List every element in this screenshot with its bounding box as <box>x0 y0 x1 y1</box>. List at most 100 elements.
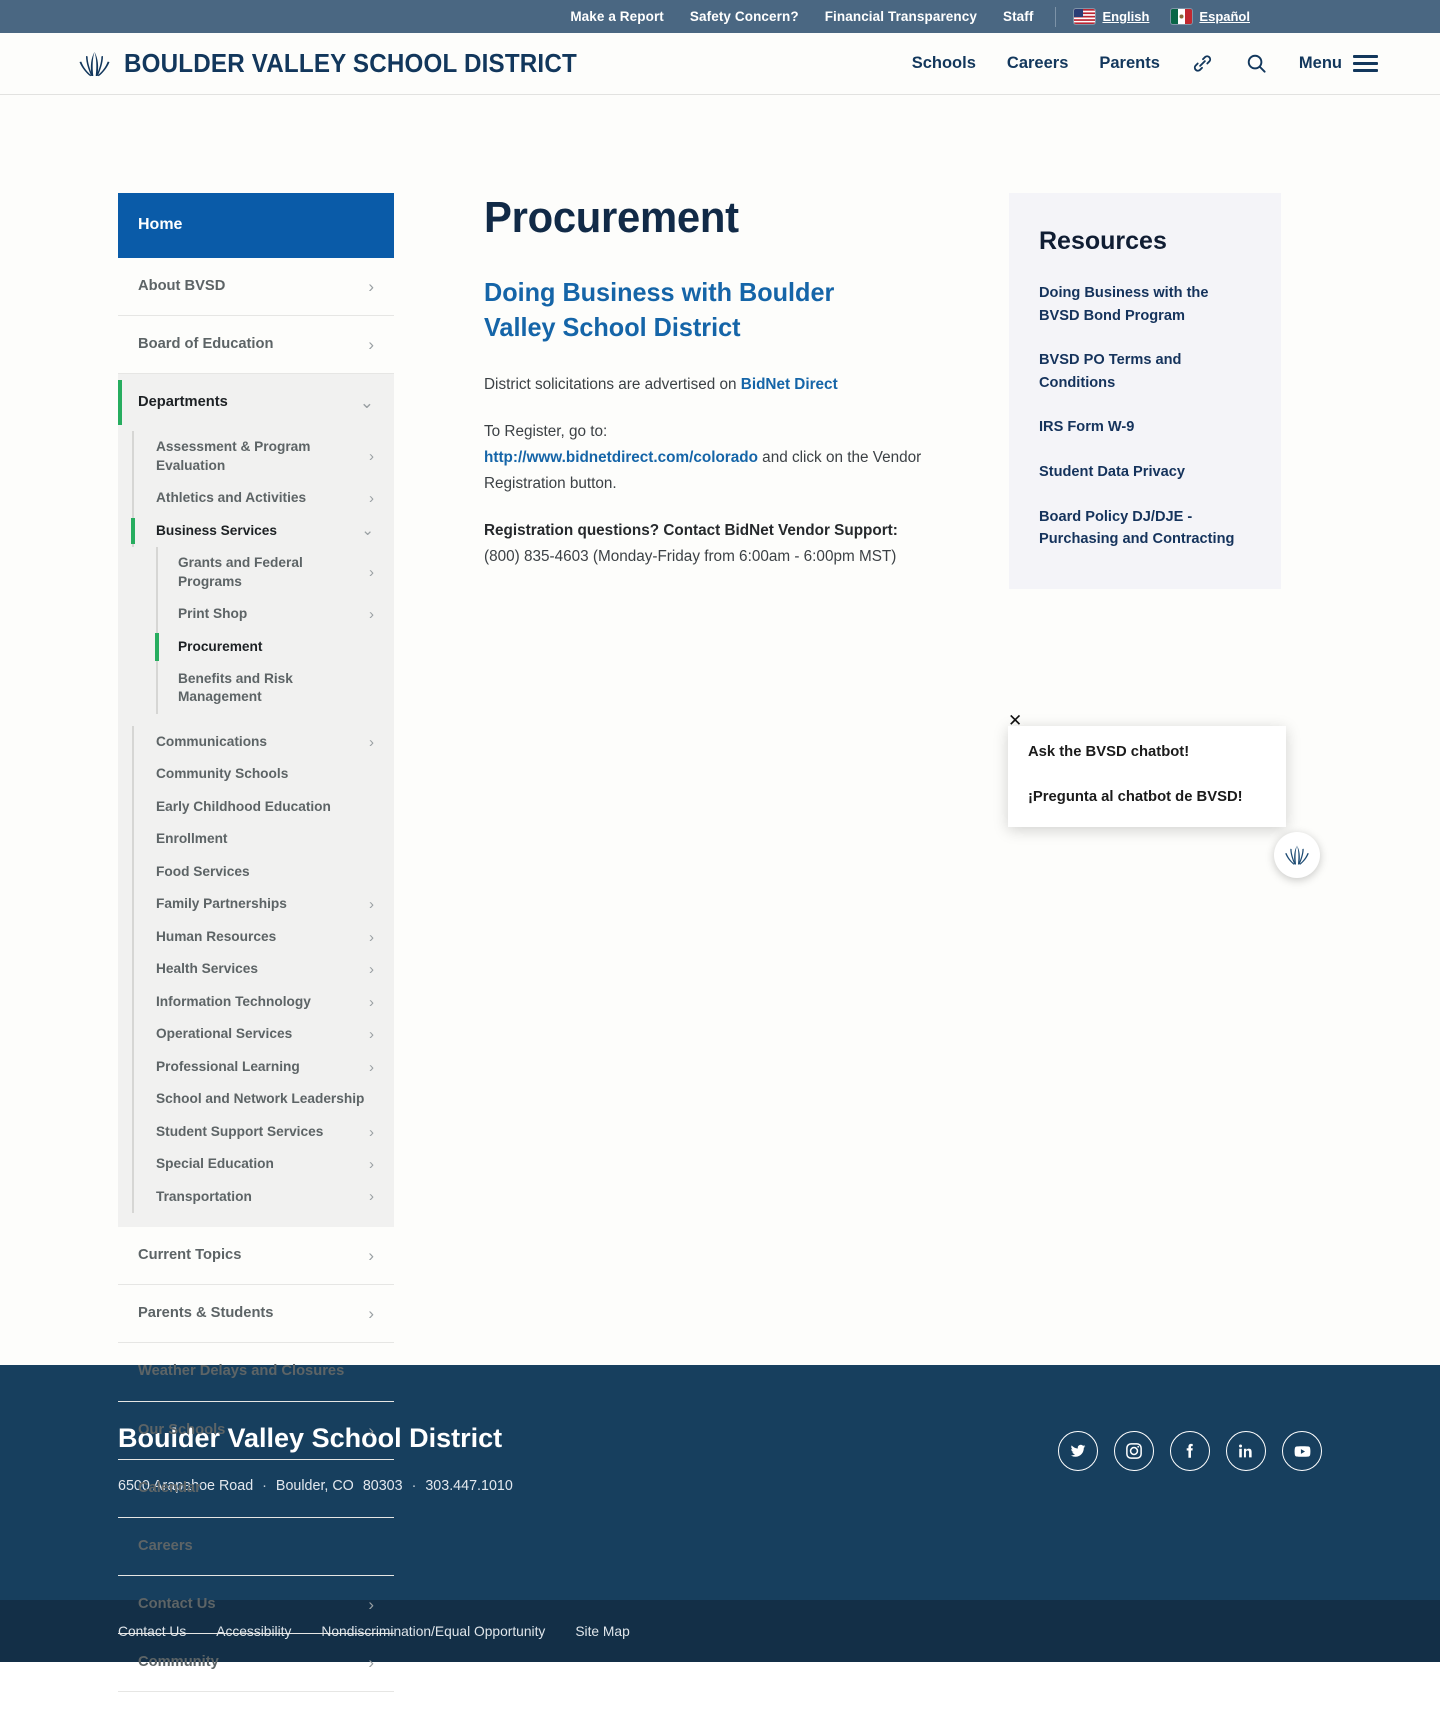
sidebar-item-family-partnerships[interactable]: Family Partnerships › <box>118 888 394 922</box>
sidebar-label-special-education: Special Education <box>156 1156 274 1172</box>
sidebar-item-school-and-network-leadership[interactable]: School and Network Leadership <box>118 1083 394 1117</box>
sidebar-label-about-bvsd: About BVSD <box>138 277 226 294</box>
sidebar-label-early-childhood: Early Childhood Education <box>156 798 331 814</box>
sidebar-item-communications[interactable]: Communications › <box>118 725 394 759</box>
chevron-right-icon: › <box>369 733 374 751</box>
sidebar-item-about-bvsd[interactable]: About BVSD › <box>118 258 394 316</box>
facebook-icon <box>1186 1443 1193 1458</box>
sidebar-item-careers[interactable]: Careers <box>118 1518 394 1576</box>
sidebar-item-contact-us[interactable]: Contact Us › <box>118 1576 394 1634</box>
sidebar-item-parents-students[interactable]: Parents & Students › <box>118 1285 394 1344</box>
sidebar-item-business-services[interactable]: Business Services ⌄ <box>118 514 394 548</box>
chatbot-popup[interactable]: Ask the BVSD chatbot! ¡Pregunta al chatb… <box>1008 726 1286 827</box>
resource-link-irs-form-w9[interactable]: IRS Form W-9 <box>1039 416 1251 439</box>
sidebar-item-professional-learning[interactable]: Professional Learning › <box>118 1050 394 1084</box>
language-label-spanish: Español <box>1199 9 1250 24</box>
sidebar-item-benefits-and-risk-management[interactable]: Benefits and Risk Management <box>118 663 394 714</box>
resources-box: Resources Doing Business with the BVSD B… <box>1009 193 1281 589</box>
sidebar-item-health-services[interactable]: Health Services › <box>118 953 394 987</box>
sidebar-label-family-partnerships: Family Partnerships <box>156 896 287 912</box>
sidebar-label-food-services: Food Services <box>156 863 250 879</box>
sidebar-item-community-schools[interactable]: Community Schools <box>118 758 394 792</box>
link-bidnet-direct[interactable]: BidNet Direct <box>741 376 838 393</box>
sidebar-item-student-support-services[interactable]: Student Support Services › <box>118 1115 394 1149</box>
sidebar-item-current-topics[interactable]: Current Topics › <box>118 1227 394 1286</box>
sidebar-item-procurement[interactable]: Procurement <box>118 630 394 664</box>
sidebar-item-assessment-program-evaluation[interactable]: Assessment & Program Evaluation › <box>118 431 394 483</box>
sidebar-item-enrollment[interactable]: Enrollment <box>118 823 394 857</box>
sidebar-label-school-network-leadership: School and Network Leadership <box>156 1091 365 1107</box>
utility-bar: Make a Report Safety Concern? Financial … <box>0 0 1440 33</box>
text-support-hours: (800) 835-4603 (Monday-Friday from 6:00a… <box>484 548 897 566</box>
chevron-down-icon: ⌄ <box>361 522 374 540</box>
social-link-instagram[interactable] <box>1114 1431 1154 1471</box>
utility-divider <box>1055 6 1057 27</box>
language-label-english: English <box>1102 9 1150 24</box>
sidebar-label-procurement: Procurement <box>178 638 263 654</box>
sidebar-item-human-resources[interactable]: Human Resources › <box>118 920 394 954</box>
chatbot-text-english: Ask the BVSD chatbot! <box>1028 744 1190 760</box>
nav-link-careers[interactable]: Careers <box>1007 54 1068 73</box>
utility-links: Make a Report Safety Concern? Financial … <box>570 9 1033 24</box>
sidebar-item-food-services[interactable]: Food Services <box>118 855 394 889</box>
utility-link-make-a-report[interactable]: Make a Report <box>570 9 664 24</box>
sidebar-item-departments[interactable]: Departments ⌄ <box>118 374 394 432</box>
resource-link-student-data-privacy[interactable]: Student Data Privacy <box>1039 461 1251 484</box>
language-option-spanish[interactable]: Español <box>1171 9 1250 24</box>
sidebar-label-operational-services: Operational Services <box>156 1026 293 1042</box>
chevron-right-icon: › <box>368 276 374 296</box>
social-link-twitter[interactable] <box>1058 1431 1098 1471</box>
sidebar-item-athletics-and-activities[interactable]: Athletics and Activities › <box>118 482 394 516</box>
utility-link-financial-transparency[interactable]: Financial Transparency <box>825 9 977 24</box>
sidebar-item-information-technology[interactable]: Information Technology › <box>118 985 394 1019</box>
link-icon <box>1193 55 1211 72</box>
sidebar-label-careers: Careers <box>138 1537 193 1554</box>
sidebar-item-calendar[interactable]: Calendar <box>118 1460 394 1518</box>
link-bidnetdirect-colorado[interactable]: http://www.bidnetdirect.com/colorado <box>484 449 758 466</box>
submenu-spacer <box>118 713 394 726</box>
brand-logo-link[interactable]: BOULDER VALLEY SCHOOL DISTRICT <box>78 48 611 79</box>
sidebar-item-our-schools[interactable]: Our Schools › <box>118 1402 394 1460</box>
sidebar-item-weather-delays-and-closures[interactable]: Weather Delays and Closures <box>118 1343 394 1402</box>
sidebar-item-home[interactable]: Home <box>118 193 394 258</box>
footer-link-site-map[interactable]: Site Map <box>575 1624 629 1639</box>
sidebar-item-transportation[interactable]: Transportation › <box>118 1180 394 1214</box>
sidebar-label-professional-learning: Professional Learning <box>156 1058 300 1074</box>
resource-link-po-terms[interactable]: BVSD PO Terms and Conditions <box>1039 349 1251 394</box>
chatbot-launcher-button[interactable] <box>1274 832 1320 878</box>
sidebar-label-enrollment: Enrollment <box>156 831 228 847</box>
sidebar-label-our-schools: Our Schools <box>138 1421 226 1438</box>
chevron-right-icon: › <box>369 928 374 946</box>
main-content: Procurement Doing Business with Boulder … <box>484 193 924 1365</box>
sidebar-item-operational-services[interactable]: Operational Services › <box>118 1018 394 1052</box>
resource-link-bond-program[interactable]: Doing Business with the BVSD Bond Progra… <box>1039 282 1251 327</box>
language-option-english[interactable]: English <box>1074 9 1149 24</box>
active-accent-bar <box>118 380 122 426</box>
sidebar-item-early-childhood-education[interactable]: Early Childhood Education <box>118 790 394 824</box>
sidebar-item-board-of-education[interactable]: Board of Education › <box>118 316 394 375</box>
sidebar-item-print-shop[interactable]: Print Shop › <box>118 598 394 632</box>
utility-link-staff[interactable]: Staff <box>1003 9 1034 24</box>
social-link-facebook[interactable] <box>1170 1431 1210 1471</box>
page-title: Procurement <box>484 193 739 242</box>
sidebar-label-board-of-education: Board of Education <box>138 335 274 352</box>
sidebar-item-community[interactable]: Community › <box>118 1634 394 1693</box>
social-link-youtube[interactable] <box>1282 1431 1322 1471</box>
chevron-right-icon: › <box>369 1026 374 1044</box>
utility-link-safety-concern[interactable]: Safety Concern? <box>690 9 799 24</box>
chevron-right-icon: › <box>369 961 374 979</box>
chevron-right-icon: › <box>368 334 374 354</box>
sidebar-item-special-education[interactable]: Special Education › <box>118 1148 394 1182</box>
footer-separator: · <box>411 1478 417 1494</box>
quicklinks-button[interactable] <box>1191 52 1214 75</box>
resource-link-board-policy[interactable]: Board Policy DJ/DJE - Purchasing and Con… <box>1039 506 1251 551</box>
sidebar-item-grants-and-federal-programs[interactable]: Grants and Federal Programs › <box>118 547 394 599</box>
search-button[interactable] <box>1245 52 1268 75</box>
nav-link-schools[interactable]: Schools <box>912 54 976 73</box>
menu-toggle-button[interactable]: Menu <box>1299 54 1378 73</box>
site-header: BOULDER VALLEY SCHOOL DISTRICT Schools C… <box>0 33 1440 95</box>
chevron-right-icon: › <box>369 993 374 1011</box>
footer-social-links <box>1058 1431 1322 1471</box>
nav-link-parents[interactable]: Parents <box>1099 54 1160 73</box>
social-link-linkedin[interactable] <box>1226 1431 1266 1471</box>
